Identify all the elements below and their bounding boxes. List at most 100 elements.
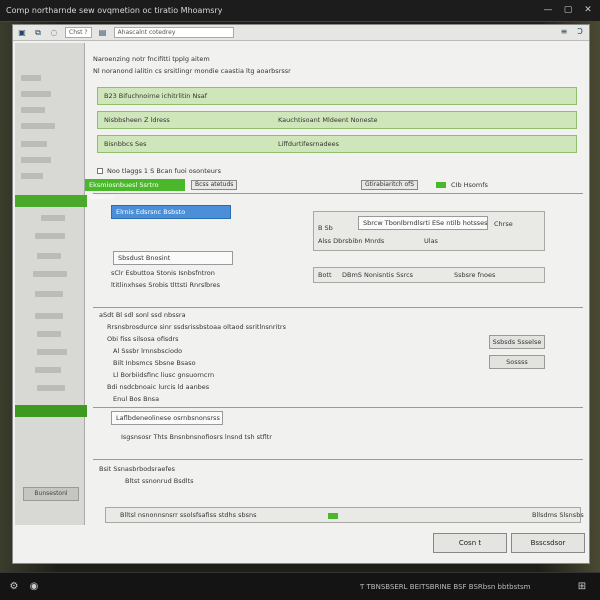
window-title: Comp northarnde sew ovqmetion oc tiratio…: [6, 6, 223, 15]
notification-icon[interactable]: ⊞: [576, 581, 588, 593]
status-right: Bllsdms Slsnsbs: [532, 511, 584, 519]
options-label-3: Ulas: [424, 237, 438, 245]
divider: [93, 307, 583, 308]
filter-checkbox[interactable]: [97, 168, 103, 174]
sidebar-item[interactable]: [21, 157, 51, 163]
action-button-2[interactable]: Sossss: [489, 355, 545, 369]
folder-icon[interactable]: ▤: [98, 28, 108, 38]
options-label-2: Alss Dbrsbibn Mnrds: [318, 237, 385, 245]
green-row-3[interactable]: Bisnbbcs Ses Liffdurtifesrnadees: [97, 135, 577, 153]
chip-c: CIb Hsomfs: [451, 181, 488, 189]
sidebar-item[interactable]: [21, 75, 41, 81]
sidebar-item[interactable]: [35, 291, 63, 297]
sidebar-item[interactable]: [21, 91, 51, 97]
green-row-2[interactable]: Nisbbsheen Z ldress Kauchtisoant Mldeent…: [97, 111, 577, 129]
dialog-buttons: Cosn t Bsscsdsor: [433, 533, 585, 553]
sidebar-item[interactable]: [41, 215, 65, 221]
sidebar-item[interactable]: [35, 367, 61, 373]
text-line: Enul Bos Bnsa: [113, 395, 160, 403]
back-icon[interactable]: ◌: [49, 28, 59, 38]
options-label-1: B Sb: [318, 224, 333, 232]
minimize-icon[interactable]: —: [542, 4, 554, 16]
text-line: Obi fiss silsosa ofisdrs: [107, 335, 179, 343]
header-line-1: Naroenzing notr fncifitti tpplg aitem: [93, 55, 210, 63]
refresh-icon[interactable]: Ɔ: [575, 27, 585, 37]
text-line: Ll Borbiidsfinc liusc gnsuorncrn: [113, 371, 215, 379]
green-row-label: Bisnbbcs Ses: [104, 140, 147, 148]
title-bar: Comp northarnde sew ovqmetion oc tiratio…: [0, 0, 600, 22]
sidebar-item-selected[interactable]: [15, 405, 87, 417]
path-field[interactable]: Ahascalnt cotedrey: [113, 27, 234, 38]
sidebar-item[interactable]: [37, 385, 65, 391]
close-icon[interactable]: ✕: [582, 4, 594, 16]
address-field[interactable]: Chst ?: [65, 27, 92, 38]
sidebar: Bunsestonl: [15, 43, 87, 525]
divider: [93, 407, 583, 408]
search-description: Isgsnsosr Thts Bnsnbnsnofiosrs lnsnd tsh…: [121, 433, 272, 441]
sidebar-item[interactable]: [21, 123, 55, 129]
settings-icon[interactable]: ⚙: [8, 581, 20, 593]
green-row-value: Kauchtisoant Mldeent Noneste: [278, 116, 378, 124]
status-indicator: [436, 182, 446, 188]
summary-line-1: Bsit Ssnasbrbodsraefes: [99, 465, 176, 473]
network-icon[interactable]: ⧉: [33, 28, 43, 38]
green-row-1[interactable]: B23 Bifuchnoirne ichitrlitin Nsaf: [97, 87, 577, 105]
main-window: ▣ ⧉ ◌ Chst ? ▤ Ahascalnt cotedrey ≡ Ɔ Bu…: [12, 24, 590, 564]
status-dot: [328, 513, 338, 519]
sidebar-item[interactable]: [37, 349, 67, 355]
info-bar: Bott DBmS Nonisntis Ssrcs Ssbsre fnoes: [313, 267, 545, 283]
primary-button[interactable]: Bsscsdsor: [511, 533, 585, 553]
summary-line-2: Bltst ssnonrud Bsdlts: [125, 477, 194, 485]
name-input[interactable]: Sbsdust Bnosint: [113, 251, 233, 265]
info-bar-col-1: Bott: [318, 271, 332, 279]
options-panel: Sbrcw Tbonlbrndlsrti ESe ntilb hotsses C…: [313, 211, 545, 251]
sidebar-item[interactable]: [21, 173, 43, 179]
chip-a[interactable]: Bcss atetuds: [191, 180, 238, 190]
taskbar-text: Ƭ ƬBNSBSERL BEITSBRINE BSF BSRbsn bbtbst…: [360, 583, 531, 591]
info-bar-col-3: Ssbsre fnoes: [454, 271, 496, 279]
text-line: Al Sssbr lrnnsbsciodo: [113, 347, 183, 355]
sidebar-item[interactable]: [37, 253, 61, 259]
options-close[interactable]: Chrse: [494, 220, 513, 228]
sidebar-bottom-button[interactable]: Bunsestonl: [23, 487, 79, 501]
green-row-label: B23 Bifuchnoirne ichitrlitin Nsaf: [104, 92, 208, 100]
status-text: Blltsl nsnonnsnsrr ssolsfsafiss stdhs sb…: [120, 511, 257, 519]
text-line: aSdt Bl sdl sonl ssd nbssra: [99, 311, 186, 319]
menu-icon[interactable]: ≡: [559, 27, 569, 37]
divider: [93, 459, 583, 460]
info-line-b: ltitlinxhses Srobis tlttsti Rnrslbres: [111, 281, 221, 289]
info-line-a: sClr Esbuttoa Stonis Isnbsfntron: [111, 269, 215, 277]
cancel-button[interactable]: Cosn t: [433, 533, 507, 553]
maximize-icon[interactable]: ▢: [562, 4, 574, 16]
filter-line-text: Noo tlaggs 1 S Bcan fuoi osonteurs: [107, 167, 221, 175]
sidebar-item[interactable]: [21, 141, 47, 147]
toolbar: ▣ ⧉ ◌ Chst ? ▤ Ahascalnt cotedrey ≡ Ɔ: [13, 25, 589, 41]
selected-field[interactable]: Elrnis Edsrsnc Bsbsto: [111, 205, 231, 219]
desktop: Comp northarnde sew ovqmetion oc tiratio…: [0, 0, 600, 600]
text-line: Bilt Inbsmcs Sbsne Bsaso: [113, 359, 196, 367]
options-input[interactable]: Sbrcw Tbonlbrndlsrti ESe ntilb hotsses: [358, 216, 488, 230]
chip-b[interactable]: Gtirabiaritch ofS: [361, 180, 419, 190]
filter-line: Noo tlaggs 1 S Bcan fuoi osonteurs: [97, 167, 221, 175]
action-button-1[interactable]: Ssbsds Ssselse: [489, 335, 545, 349]
sidebar-item[interactable]: [35, 313, 63, 319]
sidebar-item-active[interactable]: [15, 195, 87, 207]
info-bar-col-2: DBmS Nonisntis Ssrcs: [342, 271, 414, 279]
taskbar: ⚙ ◉ Ƭ ƬBNSBSERL BEITSBRINE BSF BSRbsn bb…: [0, 572, 600, 600]
green-row-label: Nisbbsheen Z ldress: [104, 116, 170, 124]
search-input[interactable]: Laflbdeneolinese osrnbsnonsrss: [111, 411, 223, 425]
text-line: Bdi nsdcbnoaic lurcis ld aanbes: [107, 383, 210, 391]
highlight-row[interactable]: Eksmiosnbuesl Ssrtro Sbsensr: [85, 179, 185, 201]
monitor-icon[interactable]: ▣: [17, 28, 27, 38]
header-line-2: Nl noranond ialitin cs srsitlingr mondie…: [93, 67, 291, 75]
green-row-value: Liffdurtifesrnadees: [278, 140, 340, 148]
divider: [93, 193, 583, 194]
text-line: Rrsnsbrosdurce sinr ssdsrissbstoaa oltao…: [107, 323, 286, 331]
status-bar: Blltsl nsnonnsnsrr ssolsfsafiss stdhs sb…: [105, 507, 584, 523]
sidebar-item[interactable]: [33, 271, 67, 277]
sidebar-item[interactable]: [37, 331, 61, 337]
sidebar-item[interactable]: [21, 107, 45, 113]
app-icon[interactable]: ◉: [28, 581, 40, 593]
sidebar-item[interactable]: [35, 233, 65, 239]
content-area: Naroenzing notr fncifitti tpplg aitem Nl…: [85, 45, 587, 525]
